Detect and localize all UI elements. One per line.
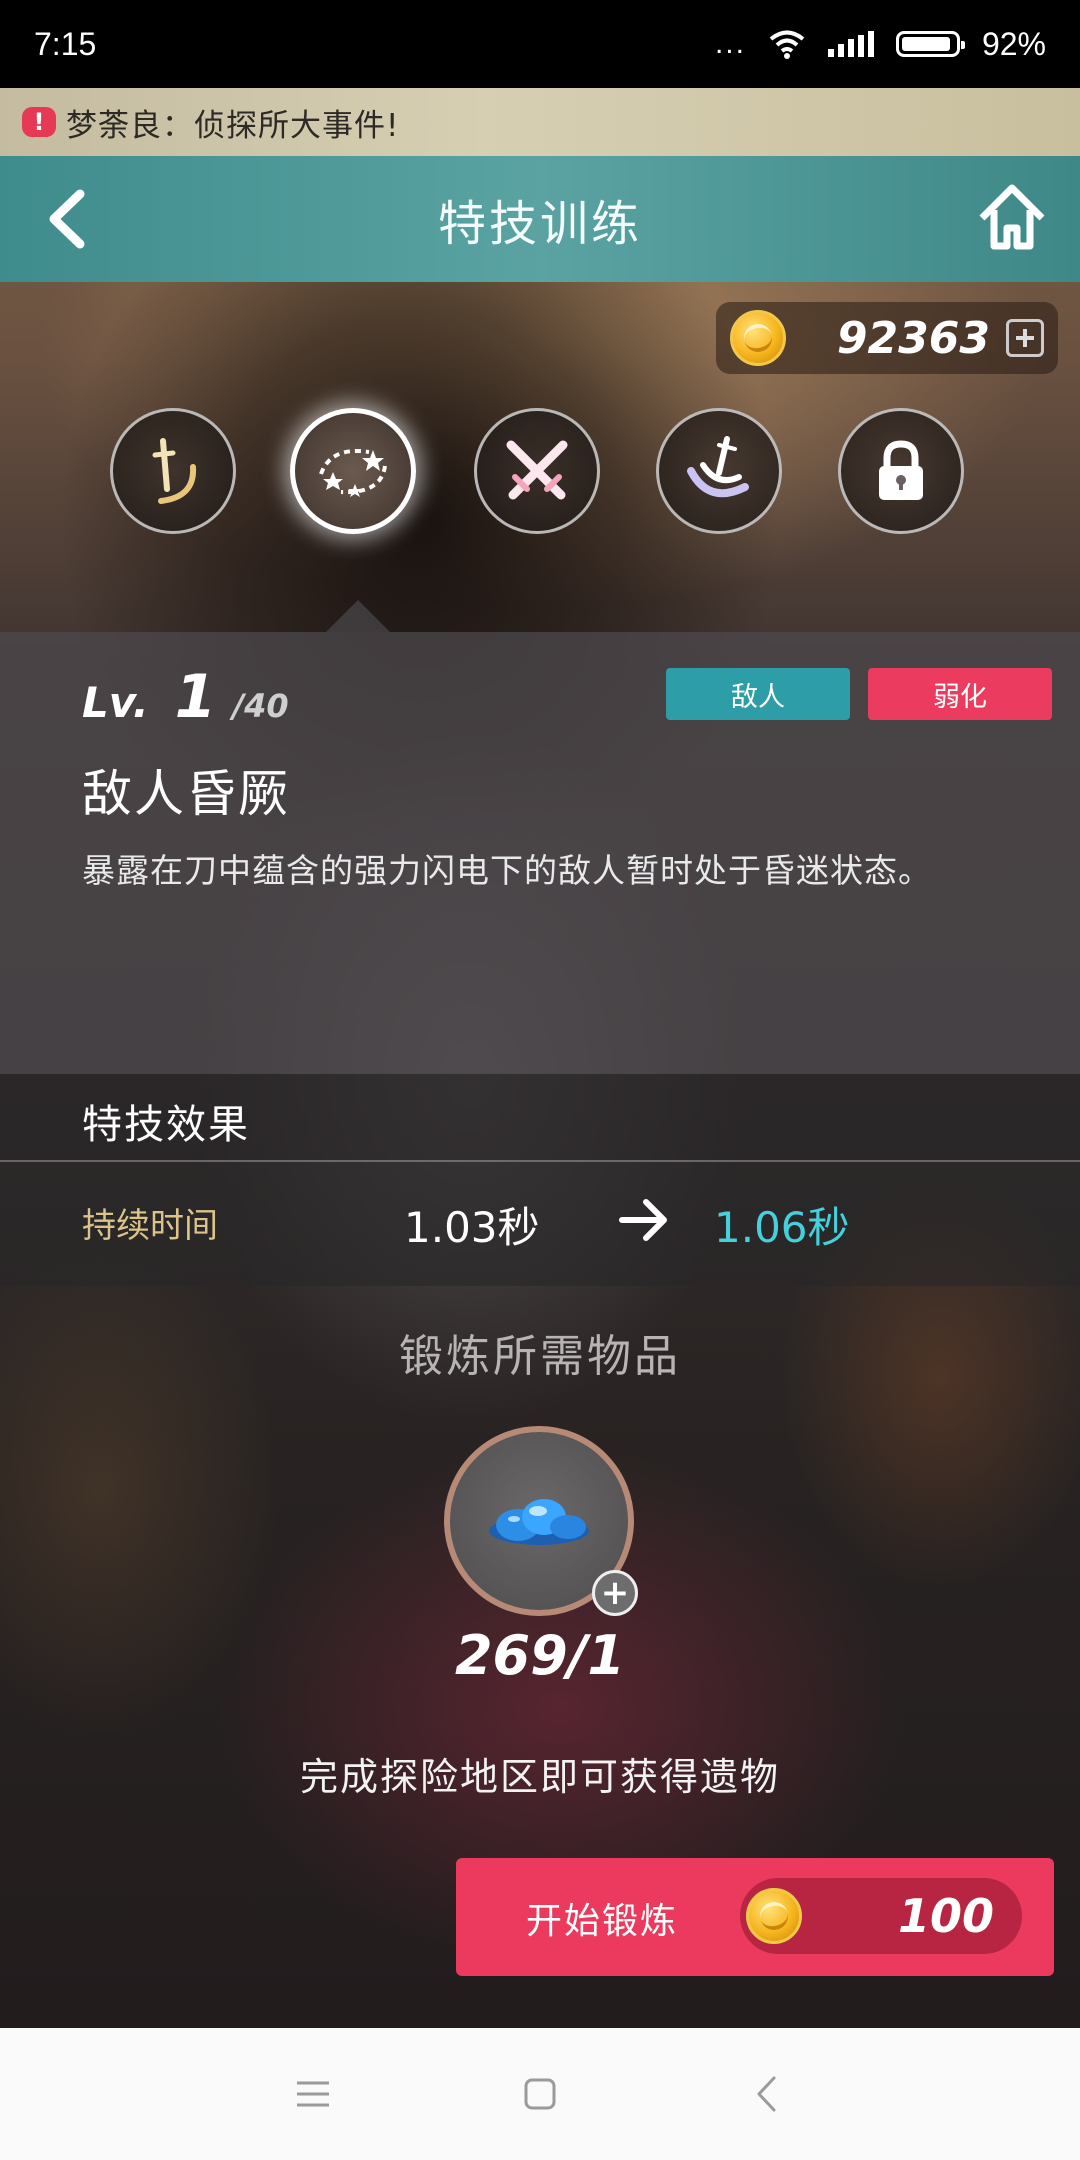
currency-display: 92363 — [716, 302, 1058, 374]
battery-percent: 92% — [981, 25, 1046, 62]
forge-cost-amount: 100 — [897, 1889, 994, 1943]
skill-description: 暴露在刀中蕴含的强力闪电下的敌人暂时处于昏迷状态。 — [82, 851, 932, 890]
skill-slot-4[interactable] — [656, 408, 782, 534]
more-notifications-icon: ... — [714, 27, 746, 60]
add-material-button[interactable]: + — [592, 1570, 638, 1616]
materials-title: 锻炼所需物品 — [399, 1331, 681, 1382]
skill-slot-5[interactable] — [838, 408, 964, 534]
material-hint: 完成探险地区即可获得遗物 — [299, 1755, 780, 1799]
chevron-left-icon — [757, 2076, 776, 2112]
skill-slot-2[interactable] — [290, 408, 416, 534]
tag-enemy: 敌人 — [666, 668, 850, 720]
level-max: /40 — [232, 687, 289, 725]
sword-slash-icon — [152, 438, 197, 504]
battery-level-fill — [901, 37, 950, 51]
effect-next-value: 1.06秒 — [714, 1203, 850, 1252]
skill-level: Lv. 1 /40 — [82, 662, 289, 732]
system-nav-bar — [0, 2028, 1080, 2160]
skill-slot-1[interactable] — [110, 408, 236, 534]
recent-apps-button[interactable] — [283, 2064, 343, 2124]
skill-name: 敌人昏厥 — [82, 765, 290, 823]
effect-title: 特技效果 — [82, 1102, 250, 1148]
alert-icon: ! — [22, 107, 56, 137]
coin-icon — [730, 310, 786, 366]
home-nav-button[interactable] — [510, 2064, 570, 2124]
skill-slot-3[interactable] — [474, 408, 600, 534]
signal-icon — [827, 31, 874, 57]
forge-label: 开始锻炼 — [526, 1901, 679, 1942]
skill-selector — [0, 408, 1080, 548]
effect-name: 持续时间 — [82, 1206, 218, 1246]
blade-wave-icon — [687, 436, 749, 498]
blue-crystal-icon — [489, 1499, 589, 1545]
battery-icon — [895, 31, 965, 57]
news-ticker[interactable]: ! 梦荼良：侦探所大事件! — [0, 88, 1080, 156]
material-slot[interactable]: + — [444, 1426, 638, 1616]
add-currency-button[interactable] — [1006, 319, 1044, 357]
forge-cost: 100 — [740, 1878, 1022, 1954]
level-label: Lv. — [82, 678, 149, 727]
status-time: 7:15 — [34, 25, 97, 62]
lock-icon — [879, 440, 923, 500]
game-screen: ! 梦荼良：侦探所大事件! 特技训练 92363 Lv. 1 /40 敌人 弱化… — [0, 88, 1080, 2028]
effect-header: 特技效果 — [0, 1074, 1080, 1162]
menu-icon — [297, 2081, 330, 2107]
arrow-right-icon — [619, 1199, 667, 1241]
status-icons: ... 92% — [715, 26, 1046, 63]
material-count: 269/1 — [454, 1624, 625, 1687]
page-title: 特技训练 — [437, 196, 642, 252]
tag-debuff: 弱化 — [868, 668, 1052, 720]
square-icon — [524, 2078, 556, 2110]
news-text: 梦荼良：侦探所大事件! — [66, 107, 400, 144]
skill-info-panel: Lv. 1 /40 敌人 弱化 敌人昏厥 暴露在刀中蕴含的强力闪电下的敌人暂时处… — [0, 632, 1080, 1074]
back-button[interactable] — [36, 186, 96, 252]
selected-skill-pointer — [326, 600, 390, 632]
home-button[interactable] — [974, 180, 1050, 256]
effect-row: 持续时间 1.03秒 1.06秒 — [0, 1162, 1080, 1286]
coin-icon — [746, 1888, 802, 1944]
start-forge-button[interactable]: 开始锻炼 100 — [456, 1858, 1054, 1976]
currency-amount: 92363 — [836, 312, 990, 364]
back-nav-button[interactable] — [737, 2064, 797, 2124]
status-bar: 7:15 ... 92% — [0, 0, 1080, 88]
stars-swirl-icon — [319, 449, 387, 497]
title-bar: 特技训练 — [0, 156, 1080, 282]
effect-current-value: 1.03秒 — [404, 1203, 540, 1252]
crossed-swords-icon — [506, 440, 568, 500]
wifi-icon — [769, 30, 805, 59]
level-value: 1 — [174, 662, 217, 732]
